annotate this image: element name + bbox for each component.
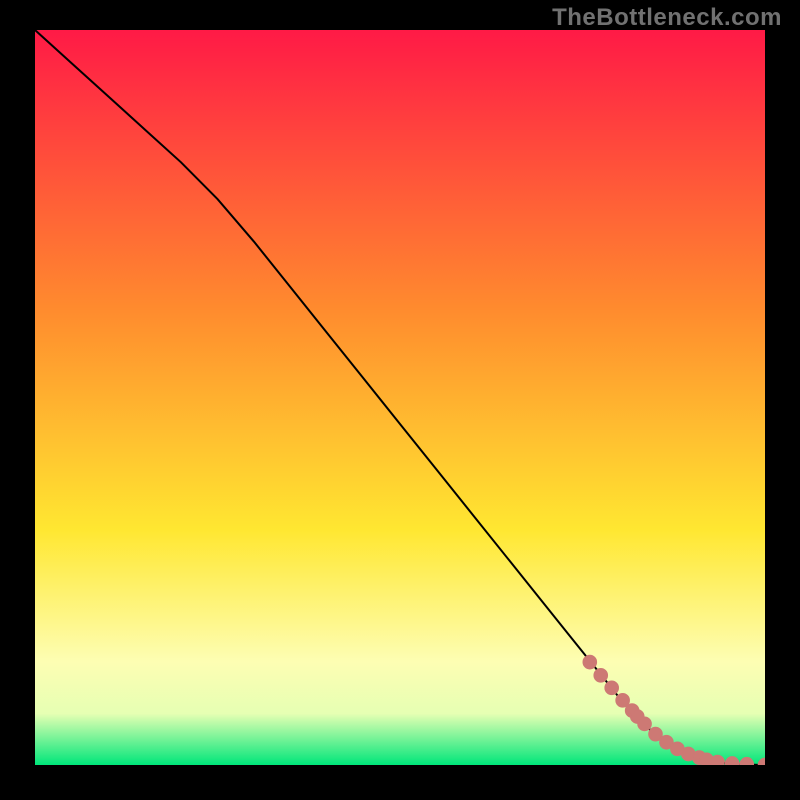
scatter-point — [616, 694, 629, 707]
scatter-point — [638, 717, 651, 730]
chart-svg — [35, 30, 765, 765]
scatter-point — [605, 681, 618, 694]
scatter-point — [740, 758, 753, 765]
scatter-point — [726, 757, 739, 765]
watermark-text: TheBottleneck.com — [552, 4, 782, 32]
gradient-background — [35, 30, 765, 765]
plot-area — [35, 30, 765, 765]
scatter-point — [711, 755, 724, 765]
chart-stage: TheBottleneck.com — [0, 0, 800, 800]
scatter-point — [583, 655, 596, 668]
scatter-point — [594, 669, 607, 682]
